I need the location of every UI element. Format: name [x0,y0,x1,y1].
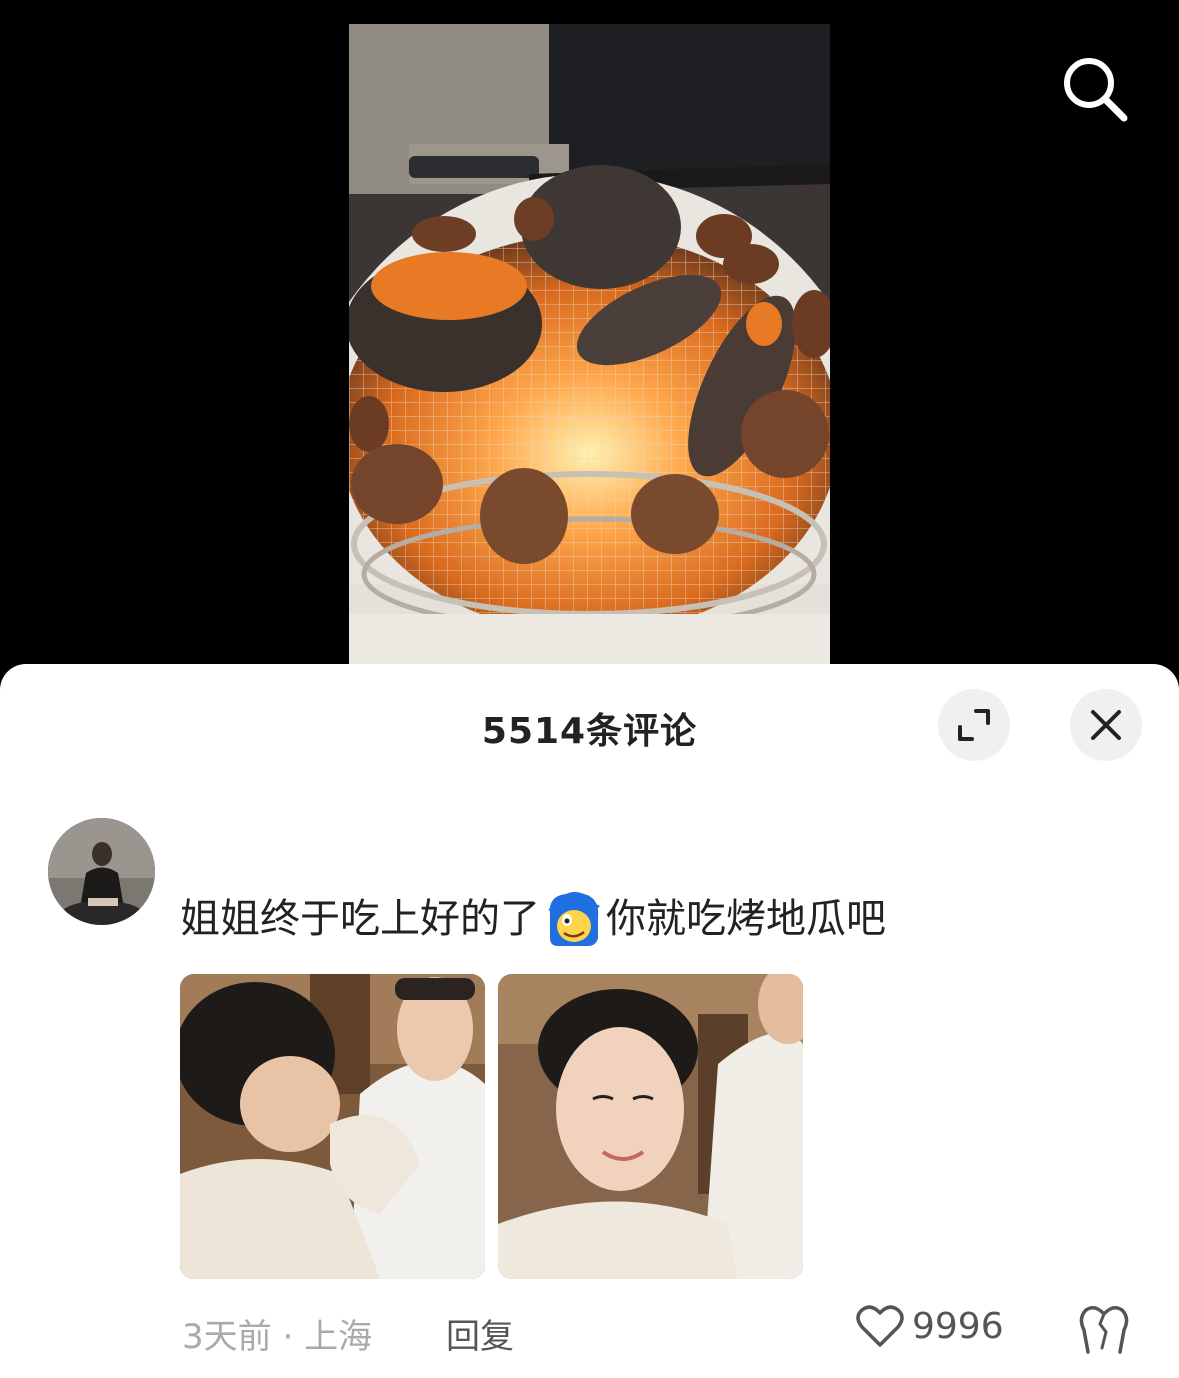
comment-photo-1[interactable] [180,974,485,1279]
broken-heart-icon [1079,1306,1129,1354]
like-button[interactable]: 9996 [856,1304,1004,1348]
close-icon [1091,710,1121,740]
heart-icon [856,1305,904,1347]
photo-two-people-laughing [180,974,485,1279]
expand-icon [958,709,990,741]
video-still-roasted-sweet-potatoes [349,24,830,664]
dislike-button[interactable] [1078,1304,1130,1356]
reply-button[interactable]: 回复 [446,1309,514,1358]
comment-time: 3天前 [182,1317,272,1357]
photo-woman-smiling [498,974,803,1279]
expand-button[interactable] [938,689,1010,761]
comment-meta: 3天前 · 上海 [182,1309,372,1358]
comment-location: 上海 [304,1317,373,1357]
video-player[interactable] [0,0,1179,672]
video-frame[interactable] [349,24,830,664]
comment-text-part-1: 姐姐终于吃上好的了 [180,896,540,942]
avatar-image [48,818,155,925]
close-button[interactable] [1070,689,1142,761]
comment-photo-2[interactable] [498,974,803,1279]
commenter-avatar[interactable] [48,818,155,925]
funny-face-emoji-icon [544,890,602,948]
search-icon [1064,58,1128,122]
search-button[interactable] [1060,54,1130,124]
comments-sheet: 5514条评论 姐姐终于吃上好的了 你就吃烤地瓜吧 3天前 · 上海 回复 99… [0,664,1179,1378]
like-count: 9996 [912,1305,1004,1347]
meta-separator: · [282,1317,294,1357]
comment-text-part-2: 你就吃烤地瓜吧 [606,896,886,942]
comment-body: 姐姐终于吃上好的了 你就吃烤地瓜吧 [180,890,886,948]
